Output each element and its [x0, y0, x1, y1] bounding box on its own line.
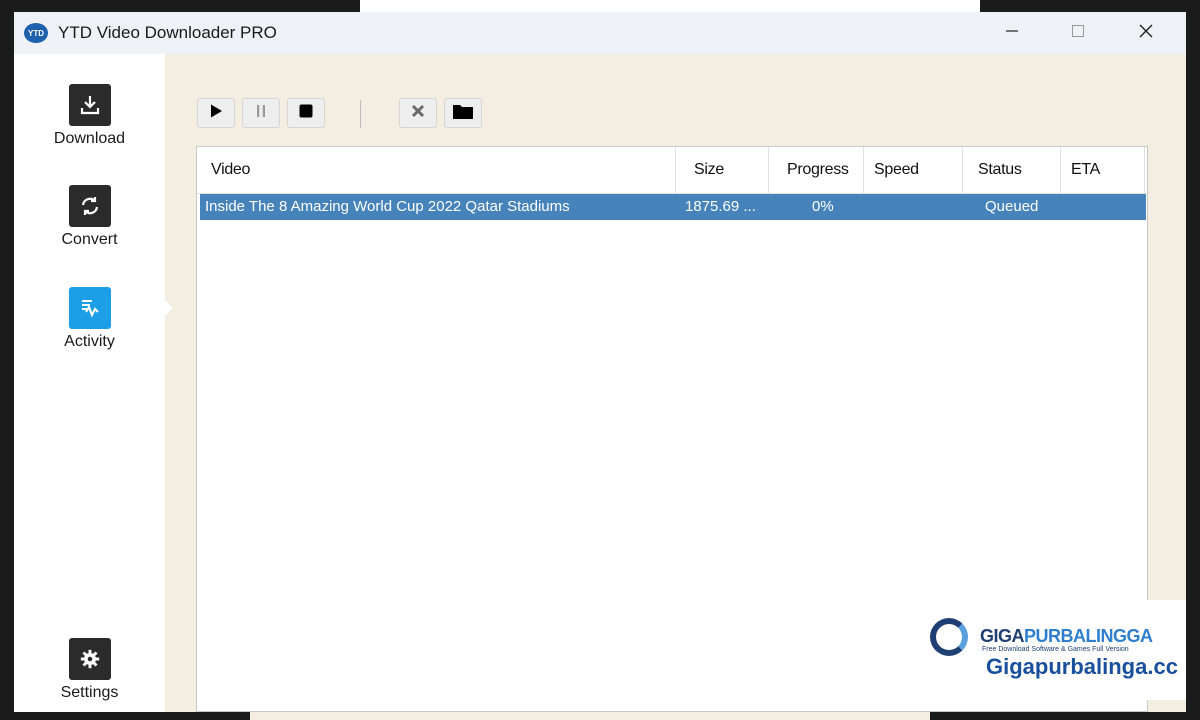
pause-button[interactable] [242, 98, 280, 128]
play-icon [208, 103, 224, 124]
sidebar-item-label: Convert [61, 231, 118, 248]
cell-progress: 0% [812, 198, 834, 215]
watermark-logo [930, 618, 968, 656]
maximize-icon [1071, 24, 1085, 43]
watermark-brand: GIGAPURBALINGGA [980, 626, 1153, 646]
cell-video: Inside The 8 Amazing World Cup 2022 Qata… [205, 198, 570, 215]
sidebar-item-label: Activity [64, 333, 115, 350]
stop-icon [298, 103, 314, 124]
minimize-icon [1005, 24, 1019, 43]
window-title: YTD Video Downloader PRO [58, 23, 277, 42]
background-fragment-top [360, 0, 980, 12]
column-header-status[interactable]: Status [963, 147, 1061, 193]
folder-icon [452, 102, 474, 125]
watermark-tagline: Free Download Software & Games Full Vers… [982, 646, 1129, 653]
sidebar-item-activity[interactable]: Activity [14, 287, 165, 351]
column-header-eta[interactable]: ETA [1061, 147, 1145, 193]
active-nav-indicator [165, 300, 173, 316]
close-button[interactable] [1114, 12, 1178, 54]
sidebar-item-download[interactable]: Download [14, 84, 165, 148]
download-icon [68, 84, 111, 126]
maximize-button[interactable] [1046, 12, 1110, 54]
column-header-progress[interactable]: Progress [769, 147, 864, 193]
start-button[interactable] [197, 98, 235, 128]
watermark-site: Gigapurbalinga.cc [986, 654, 1178, 679]
toolbar-separator [360, 100, 361, 128]
gear-icon [68, 638, 111, 680]
column-header-speed[interactable]: Speed [864, 147, 963, 193]
stop-button[interactable] [287, 98, 325, 128]
remove-button[interactable] [399, 98, 437, 128]
activity-icon [68, 287, 111, 329]
sidebar-item-label: Download [53, 130, 126, 147]
column-header-size[interactable]: Size [676, 147, 769, 193]
app-logo: YTD [24, 23, 48, 43]
minimize-button[interactable] [980, 12, 1044, 54]
convert-icon [68, 185, 111, 227]
close-icon [1138, 23, 1154, 44]
sidebar-item-settings[interactable]: Settings [14, 638, 165, 702]
cell-size: 1875.69 ... [685, 198, 756, 215]
title-bar: YTD YTD Video Downloader PRO [14, 12, 1186, 54]
sidebar-item-label: Settings [60, 684, 119, 701]
open-folder-button[interactable] [444, 98, 482, 128]
table-header: Video Size Progress Speed Status ETA [197, 147, 1147, 194]
cell-status: Queued [985, 198, 1039, 215]
sidebar: Download Convert Activity Settings [14, 54, 165, 712]
cell-speed [874, 194, 964, 220]
cell-eta [1072, 194, 1142, 220]
sidebar-item-convert[interactable]: Convert [14, 185, 165, 249]
pause-icon [253, 103, 269, 124]
remove-icon [411, 104, 425, 123]
column-header-video[interactable]: Video [201, 147, 676, 193]
table-row[interactable]: Inside The 8 Amazing World Cup 2022 Qata… [200, 194, 1146, 220]
watermark: GIGAPURBALINGGA Free Download Software &… [916, 600, 1186, 700]
